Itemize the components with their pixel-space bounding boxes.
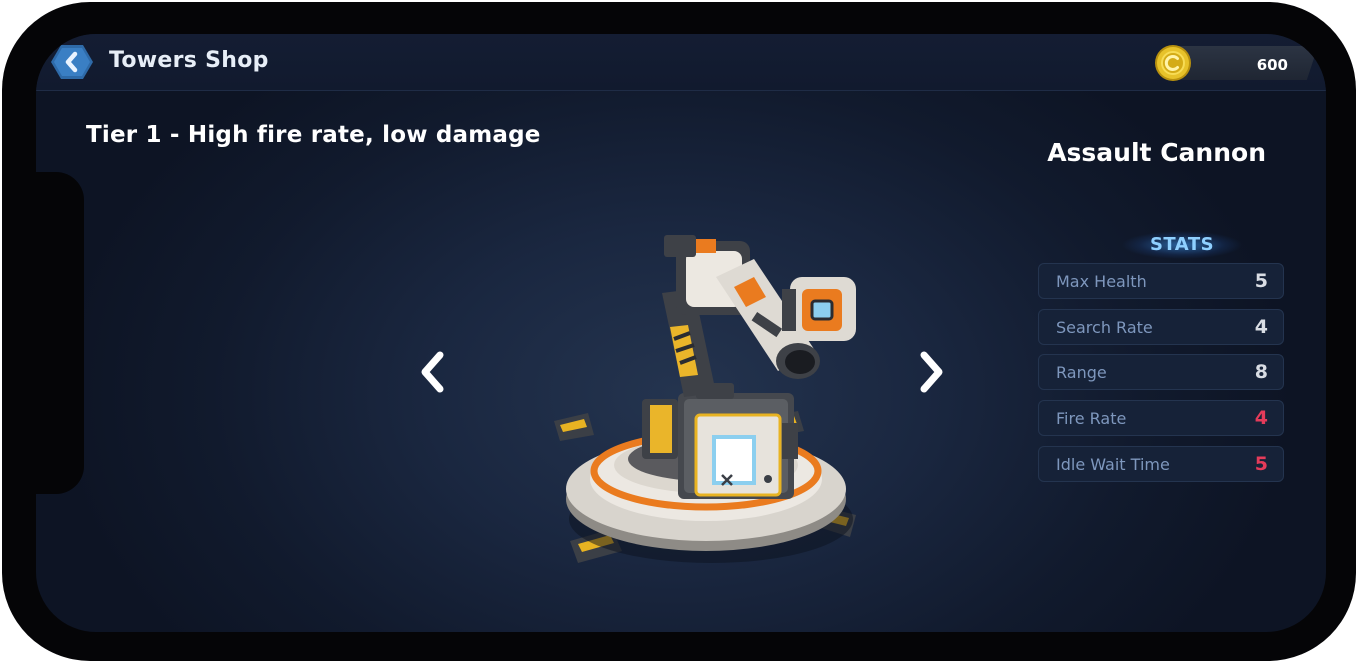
stat-range: Range 8 <box>1038 354 1284 390</box>
stat-label: Range <box>1056 363 1107 382</box>
chevron-left-icon <box>51 45 93 79</box>
stat-value: 5 <box>1254 453 1268 475</box>
tower-model[interactable] <box>546 199 876 579</box>
arrow-right-icon[interactable] <box>914 350 946 394</box>
stat-idle-wait-time: Idle Wait Time 5 <box>1038 446 1284 482</box>
stat-label: Search Rate <box>1056 318 1153 337</box>
stat-max-health: Max Health 5 <box>1038 263 1284 299</box>
coin-bar: 600 <box>1178 46 1318 80</box>
tower-screen <box>712 435 756 485</box>
stat-value: 4 <box>1254 316 1268 338</box>
coin-icon <box>1155 45 1191 81</box>
top-bar: Towers Shop 600 <box>36 34 1326 91</box>
stat-label: Max Health <box>1056 272 1147 291</box>
device-frame: Towers Shop 600 Tier 1 - High fire rate,… <box>2 2 1356 661</box>
stat-label: Fire Rate <box>1056 409 1127 428</box>
page-title: Towers Shop <box>109 48 269 73</box>
stat-label: Idle Wait Time <box>1056 455 1170 474</box>
stat-fire-rate: Fire Rate 4 <box>1038 400 1284 436</box>
stat-value: 8 <box>1254 361 1268 383</box>
stats-heading-label: STATS <box>1149 234 1215 255</box>
coin-balance: 600 <box>1154 44 1318 82</box>
tier-description: Tier 1 - High fire rate, low damage <box>86 122 541 148</box>
stat-value: 4 <box>1254 407 1268 429</box>
notch <box>36 172 84 494</box>
stat-search-rate: Search Rate 4 <box>1038 309 1284 345</box>
back-button[interactable] <box>50 43 94 81</box>
coin-count: 600 <box>1256 56 1288 74</box>
arrow-left-icon[interactable] <box>418 350 450 394</box>
stat-value: 5 <box>1254 270 1268 292</box>
stats-heading: STATS <box>1122 230 1242 260</box>
tower-name: Assault Cannon <box>1047 138 1266 167</box>
game-screen: Towers Shop 600 Tier 1 - High fire rate,… <box>36 34 1326 632</box>
